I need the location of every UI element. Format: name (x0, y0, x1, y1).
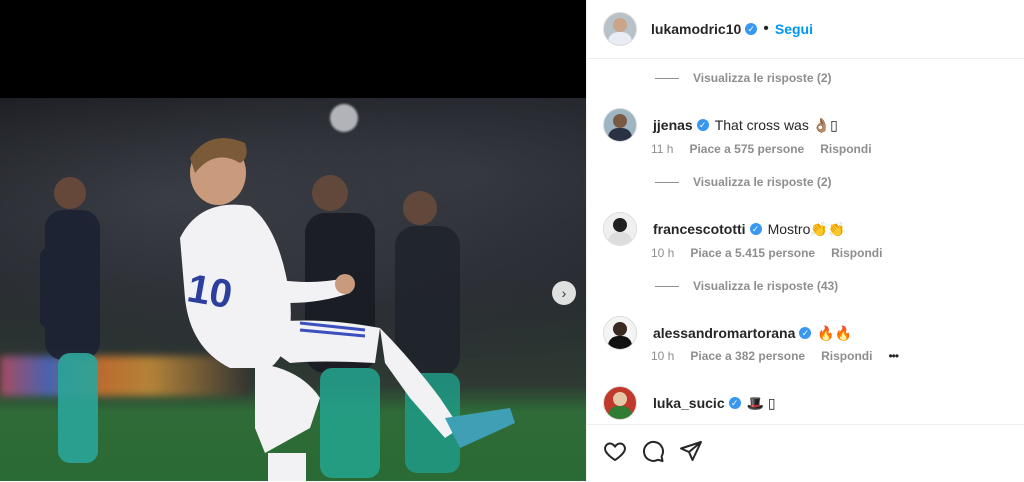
verified-icon: ✓ (728, 397, 741, 409)
share-button[interactable] (679, 439, 703, 463)
view-replies-label: Visualizza le risposte (2) (693, 175, 832, 189)
chevron-right-icon: › (561, 285, 567, 301)
view-replies-label: Visualizza le risposte (43) (693, 279, 839, 293)
replies-divider (655, 285, 679, 287)
verified-icon: ✓ (745, 23, 758, 35)
comment-item: francescototti ✓ Mostro👏👏 (603, 212, 845, 246)
comment-time: 10 h (651, 246, 675, 260)
comment-text: 🎩 ▯ (746, 394, 776, 411)
comment-meta: 10 h Piace a 382 persone Rispondi ••• (651, 349, 914, 363)
comment-meta: 10 h Piace a 5.415 persone Rispondi (651, 246, 898, 260)
comment-item: jjenas ✓ That cross was 👌🏽⁠▯ (603, 108, 838, 142)
heart-icon (604, 442, 626, 462)
comment-meta: 11 h Piace a 575 persone Rispondi (651, 142, 888, 156)
separator-dot: • (763, 20, 769, 37)
comment-item: alessandromartorana ✓ 🔥🔥 (603, 316, 852, 350)
comment-likes[interactable]: Piace a 5.415 persone (690, 246, 815, 260)
view-replies-link[interactable]: Visualizza le risposte (2) (655, 71, 832, 85)
view-replies-label: Visualizza le risposte (2) (693, 71, 832, 85)
verified-icon: ✓ (799, 327, 812, 339)
comment-likes[interactable]: Piace a 382 persone (690, 349, 805, 363)
post-photo: 10 › (0, 98, 586, 481)
commenter-username[interactable]: francescototti (653, 221, 746, 237)
share-icon (680, 441, 702, 461)
view-replies-link[interactable]: Visualizza le risposte (2) (655, 175, 832, 189)
post-panel: lukamodric10 ✓ • Segui Visualizza le ris… (586, 0, 1024, 481)
commenter-username[interactable]: alessandromartorana (653, 325, 795, 341)
post-media: 10 › (0, 0, 586, 481)
reply-button[interactable]: Rispondi (821, 349, 872, 363)
verified-icon: ✓ (696, 119, 709, 131)
players-illustration: 10 (40, 138, 515, 481)
comment-button[interactable] (641, 439, 665, 463)
commenter-username[interactable]: luka_sucic (653, 395, 725, 411)
follow-button[interactable]: Segui (775, 21, 813, 37)
verified-icon: ✓ (749, 223, 762, 235)
comment-text: 🔥🔥 (817, 324, 853, 341)
replies-divider (655, 77, 679, 79)
commenter-avatar[interactable] (603, 386, 637, 420)
like-button[interactable] (603, 439, 627, 463)
replies-divider (655, 181, 679, 183)
next-image-button[interactable]: › (552, 281, 576, 305)
post-actions (587, 424, 1024, 482)
reply-button[interactable]: Rispondi (831, 246, 882, 260)
post-header: lukamodric10 ✓ • Segui (587, 0, 1024, 59)
commenter-avatar[interactable] (603, 108, 637, 142)
reply-button[interactable]: Rispondi (820, 142, 871, 156)
comment-likes[interactable]: Piace a 575 persone (689, 142, 804, 156)
author-avatar[interactable] (603, 12, 637, 46)
comment-item: luka_sucic ✓ 🎩 ▯ (603, 386, 776, 420)
svg-text:10: 10 (184, 266, 235, 317)
commenter-username[interactable]: jjenas (653, 117, 693, 133)
comment-text: Mostro👏👏 (767, 220, 846, 237)
comment-time: 11 h (651, 142, 674, 156)
view-replies-link[interactable]: Visualizza le risposte (43) (655, 279, 838, 293)
comment-time: 10 h (651, 349, 675, 363)
commenter-avatar[interactable] (603, 212, 637, 246)
commenter-avatar[interactable] (603, 316, 637, 350)
comment-text: That cross was 👌🏽⁠▯ (714, 116, 838, 133)
comment-icon (643, 440, 664, 462)
more-options-icon[interactable]: ••• (888, 349, 899, 363)
author-username[interactable]: lukamodric10 (651, 21, 741, 37)
